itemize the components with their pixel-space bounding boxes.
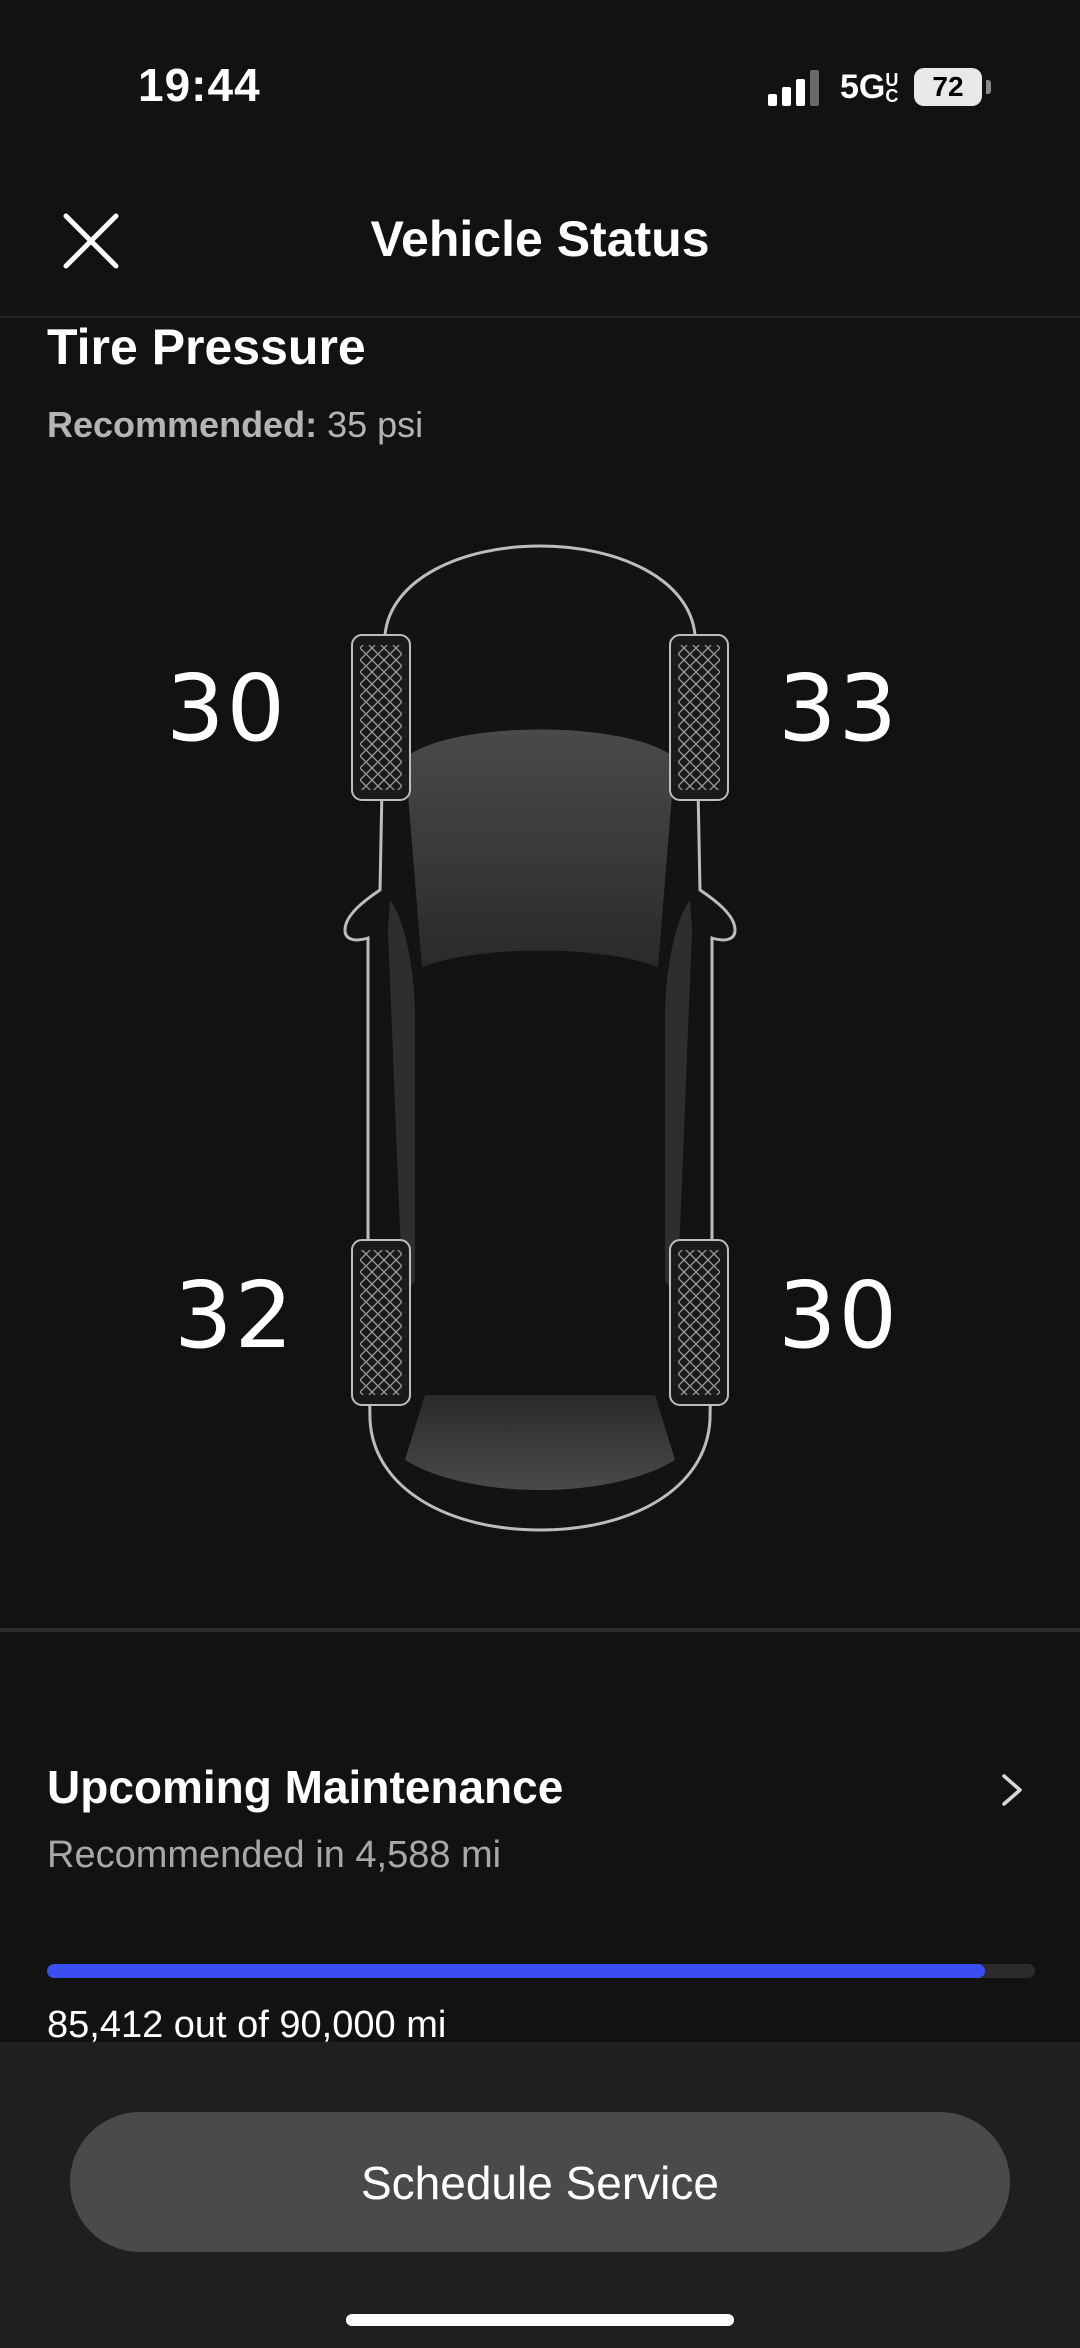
tire-front-left (351, 634, 411, 801)
home-indicator (346, 2314, 734, 2326)
tire-pressure-recommended: Recommended: 35 psi (47, 404, 423, 446)
signal-icon (768, 70, 819, 106)
section-divider (0, 1628, 1080, 1632)
header: Vehicle Status (0, 170, 1080, 318)
network-suffix: UC (885, 70, 899, 106)
battery-level: 72 (932, 71, 964, 102)
page-title: Vehicle Status (370, 211, 710, 267)
tire-rear-right (669, 1239, 729, 1406)
tire-front-right (669, 634, 729, 801)
status-time: 19:44 (138, 59, 261, 111)
maintenance-recommended: Recommended in 4,588 mi (47, 1834, 502, 1876)
maintenance-progress-fill (47, 1964, 985, 1978)
tire-pressure-front-right: 33 (778, 655, 900, 762)
tire-pressure-rear-right: 30 (778, 1262, 900, 1369)
recommended-label: Recommended: (47, 404, 318, 445)
car-top-view-icon (343, 544, 737, 1532)
status-bar: 19:44 5GUC 72 (0, 0, 1080, 170)
vehicle-status-screen: 19:44 5GUC 72 Vehicle Status Tire Pressu… (0, 0, 1080, 2348)
maintenance-odometer: 85,412 out of 90,000 mi (47, 2004, 447, 2046)
battery-tip (986, 80, 991, 94)
recommended-value: 35 psi (327, 404, 424, 445)
chevron-right-icon[interactable] (996, 1770, 1026, 1810)
tire-pressure-front-left: 30 (166, 655, 288, 762)
maintenance-title[interactable]: Upcoming Maintenance (47, 1760, 563, 1814)
network-label: 5GUC (840, 68, 899, 107)
network-type: 5G (840, 68, 886, 106)
tire-pressure-title: Tire Pressure (47, 319, 366, 375)
maintenance-progress-bar (47, 1964, 1035, 1978)
tire-pressure-rear-left: 32 (174, 1262, 296, 1369)
battery-icon: 72 (914, 68, 982, 106)
schedule-service-button[interactable]: Schedule Service (70, 2112, 1010, 2252)
tire-rear-left (351, 1239, 411, 1406)
